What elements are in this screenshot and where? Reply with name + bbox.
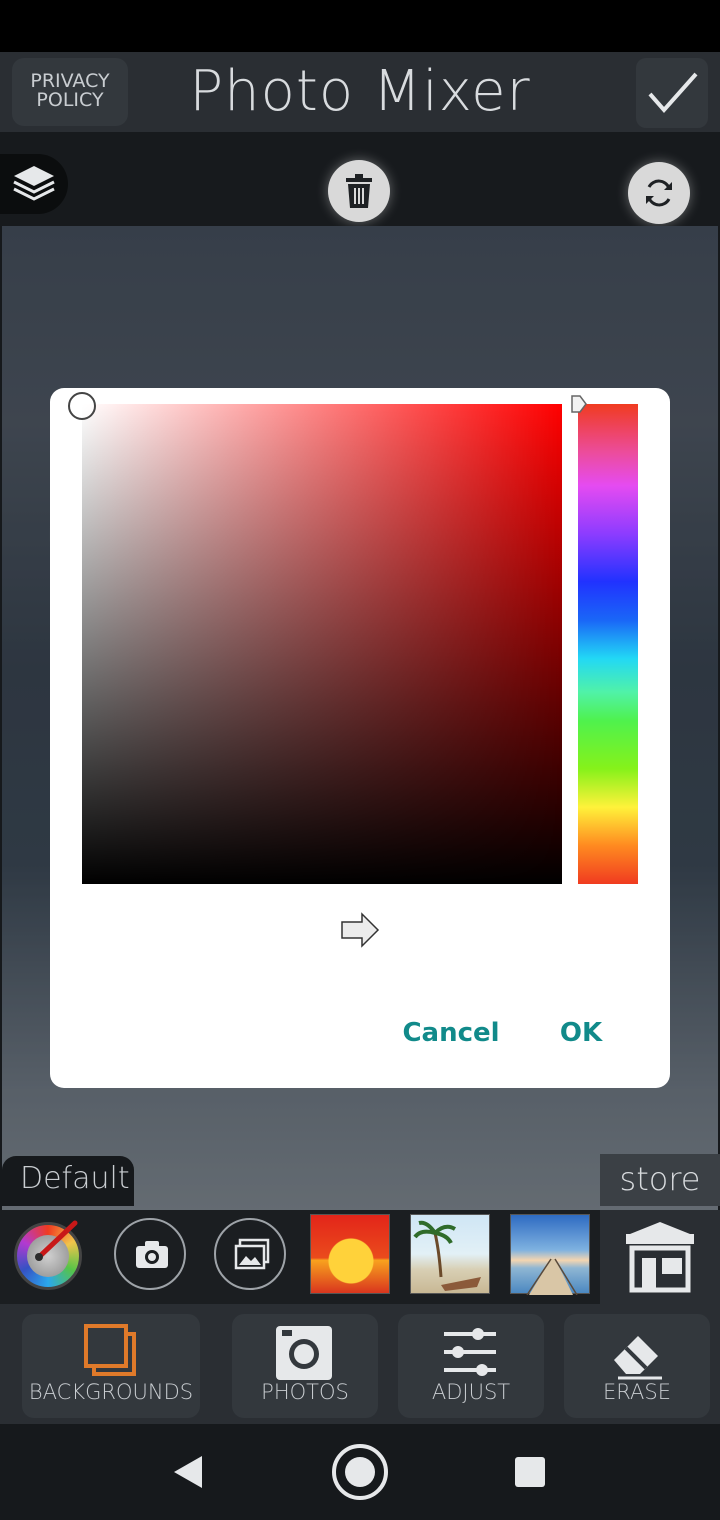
background-thumbnail-sunset[interactable] xyxy=(310,1214,390,1294)
nav-erase-label: ERASE xyxy=(603,1380,671,1404)
camera-icon xyxy=(136,1241,168,1268)
saturation-value-picker[interactable] xyxy=(82,404,562,884)
privacy-policy-button[interactable]: PRIVACY POLICY xyxy=(12,58,128,126)
back-icon[interactable] xyxy=(172,1454,206,1490)
recents-icon[interactable] xyxy=(514,1456,546,1488)
secondary-toolbar xyxy=(0,132,720,226)
bottom-navigation: BACKGROUNDS PHOTOS ADJUST ERASE xyxy=(0,1304,720,1424)
delete-button[interactable] xyxy=(328,160,390,222)
status-bar xyxy=(0,0,720,52)
hue-slider[interactable] xyxy=(578,404,638,884)
store-tab[interactable]: store xyxy=(600,1154,720,1206)
gallery-button[interactable] xyxy=(214,1218,286,1290)
app-title: Photo Mixer xyxy=(189,59,531,124)
cancel-button[interactable]: Cancel xyxy=(396,1008,506,1058)
checkmark-icon xyxy=(648,72,698,114)
nav-erase[interactable]: ERASE xyxy=(564,1314,710,1418)
store-icon xyxy=(626,1222,694,1293)
nav-photos-label: PHOTOS xyxy=(261,1380,349,1404)
nav-backgrounds-label: BACKGROUNDS xyxy=(28,1380,194,1404)
confirm-button[interactable] xyxy=(636,58,708,128)
color-picker-dialog: Cancel OK xyxy=(50,388,670,1088)
sliders-icon xyxy=(444,1328,496,1376)
layers-button[interactable] xyxy=(0,154,68,214)
trash-icon xyxy=(346,174,372,208)
default-tab[interactable]: Default xyxy=(2,1156,134,1206)
background-thumbnail-beach[interactable] xyxy=(410,1214,490,1294)
background-strip xyxy=(0,1210,720,1304)
backgrounds-icon xyxy=(84,1324,136,1376)
nav-backgrounds[interactable]: BACKGROUNDS xyxy=(22,1314,200,1418)
refresh-icon xyxy=(646,179,672,207)
background-thumbnail-pier[interactable] xyxy=(510,1214,590,1296)
refresh-button[interactable] xyxy=(628,162,690,224)
pier-image xyxy=(526,1258,578,1296)
camera-button[interactable] xyxy=(114,1218,186,1290)
camera-icon xyxy=(276,1326,332,1380)
saturation-value-cursor[interactable] xyxy=(68,392,96,420)
nav-adjust[interactable]: ADJUST xyxy=(398,1314,544,1418)
palm-tree-image xyxy=(413,1220,481,1291)
nav-adjust-label: ADJUST xyxy=(431,1380,511,1404)
color-preview-arrow-icon xyxy=(341,912,380,948)
home-icon[interactable] xyxy=(330,1442,390,1502)
gallery-icon xyxy=(234,1238,270,1270)
ok-button[interactable]: OK xyxy=(546,1008,616,1058)
privacy-policy-line2: POLICY xyxy=(36,89,104,111)
color-picker-button[interactable] xyxy=(14,1220,82,1290)
store-button[interactable] xyxy=(600,1210,720,1304)
top-bar: PRIVACY POLICY Photo Mixer xyxy=(0,52,720,132)
app-root: PRIVACY POLICY Photo Mixer Cancel OK Def… xyxy=(0,0,720,1520)
brush-icon xyxy=(35,1220,78,1261)
eraser-icon xyxy=(614,1336,662,1380)
hue-slider-handle[interactable] xyxy=(570,394,588,414)
layers-icon xyxy=(13,166,55,201)
system-navigation-bar xyxy=(0,1424,720,1520)
nav-photos[interactable]: PHOTOS xyxy=(232,1314,378,1418)
